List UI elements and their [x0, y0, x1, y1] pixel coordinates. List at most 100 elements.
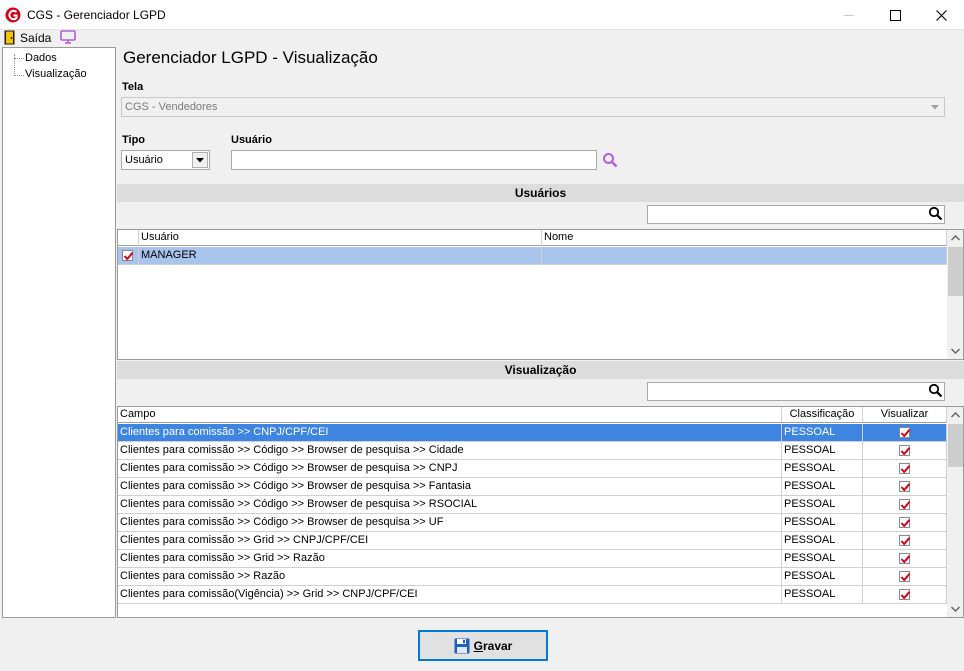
user-search-icon[interactable]	[602, 152, 618, 168]
page-title: Gerenciador LGPD - Visualização	[123, 48, 378, 67]
table-cell[interactable]: Clientes para comissão >> Código >> Brow…	[118, 460, 782, 478]
table-cell[interactable]: Clientes para comissão >> Grid >> CNPJ/C…	[118, 532, 782, 550]
chevron-down-icon	[192, 152, 208, 168]
table-cell[interactable]: PESSOAL	[782, 586, 863, 604]
table-cell[interactable]	[863, 532, 947, 550]
tree-item-visualizacao[interactable]: Visualização	[25, 68, 87, 80]
table-cell[interactable]: PESSOAL	[782, 550, 863, 568]
tipo-select[interactable]: Usuário	[121, 150, 210, 170]
save-button-mnemonic: G	[473, 638, 483, 653]
table-cell[interactable]: Clientes para comissão >> Grid >> Razão	[118, 550, 782, 568]
table-cell[interactable]: PESSOAL	[782, 424, 863, 442]
usuario-input[interactable]	[231, 150, 597, 170]
view-grid-header-campo[interactable]: Campo	[118, 407, 782, 423]
table-cell[interactable]: PESSOAL	[782, 496, 863, 514]
view-grid-header-visualizar[interactable]: Visualizar	[863, 407, 947, 423]
exit-menu-item[interactable]: Saída	[0, 30, 52, 46]
view-section-header: Visualização	[117, 361, 964, 379]
tipo-label: Tipo	[122, 134, 146, 146]
table-cell[interactable]	[863, 514, 947, 532]
chevron-down-icon[interactable]	[947, 343, 964, 359]
close-button[interactable]	[918, 0, 964, 30]
tela-label: Tela	[122, 81, 144, 93]
scrollbar-thumb[interactable]	[948, 424, 963, 467]
save-button-label: Gravar	[474, 639, 513, 653]
users-grid-scrollbar[interactable]	[947, 230, 964, 359]
tela-select[interactable]: CGS - Vendedores	[121, 97, 945, 117]
visualizar-checkbox[interactable]	[899, 481, 911, 492]
table-cell[interactable]	[863, 496, 947, 514]
visualizar-checkbox[interactable]	[899, 589, 911, 600]
door-exit-icon	[4, 30, 15, 45]
title-bar: CGS - Gerenciador LGPD —	[0, 0, 964, 30]
exit-label: Saída	[20, 31, 52, 45]
table-cell[interactable]	[118, 247, 139, 265]
table-cell[interactable]: Clientes para comissão >> Código >> Brow…	[118, 496, 782, 514]
view-grid-header-classificacao[interactable]: Classificação	[782, 407, 863, 423]
close-icon	[935, 9, 947, 21]
users-grid-header-usuario[interactable]: Usuário	[139, 230, 542, 246]
row-checkbox[interactable]	[122, 250, 134, 261]
tela-select-value: CGS - Vendedores	[125, 101, 218, 113]
users-section-header: Usuários	[117, 184, 964, 202]
save-button-label-rest: ravar	[482, 638, 513, 653]
visualizar-checkbox[interactable]	[899, 517, 911, 528]
menu-bar: Saída	[0, 30, 964, 46]
view-filter-input[interactable]	[647, 382, 945, 401]
chevron-down-icon	[927, 99, 943, 115]
visualizar-checkbox[interactable]	[899, 427, 911, 438]
table-cell[interactable]: PESSOAL	[782, 460, 863, 478]
minimize-button[interactable]: —	[826, 0, 872, 30]
table-cell[interactable]: MANAGER	[139, 247, 542, 265]
monitor-icon[interactable]	[60, 30, 76, 44]
maximize-button[interactable]	[872, 0, 918, 30]
table-cell[interactable]: Clientes para comissão >> CNPJ/CPF/CEI	[118, 424, 782, 442]
table-cell[interactable]	[863, 478, 947, 496]
tipo-select-value: Usuário	[125, 154, 163, 166]
table-cell[interactable]: PESSOAL	[782, 478, 863, 496]
table-cell[interactable]: Clientes para comissão >> Razão	[118, 568, 782, 586]
table-cell[interactable]	[863, 586, 947, 604]
scrollbar-thumb[interactable]	[948, 247, 963, 296]
search-icon[interactable]	[928, 206, 944, 222]
users-grid-header-nome[interactable]: Nome	[542, 230, 947, 246]
view-grid: Campo Classificação Visualizar Clientes …	[117, 406, 964, 618]
window-title: CGS - Gerenciador LGPD	[27, 8, 166, 22]
tree-item-dados[interactable]: Dados	[25, 52, 57, 64]
table-cell[interactable]: PESSOAL	[782, 514, 863, 532]
tree-connector	[14, 58, 24, 59]
table-cell[interactable]	[863, 568, 947, 586]
visualizar-checkbox[interactable]	[899, 553, 911, 564]
table-cell[interactable]	[542, 247, 947, 265]
visualizar-checkbox[interactable]	[899, 571, 911, 582]
table-cell[interactable]: PESSOAL	[782, 532, 863, 550]
table-cell[interactable]	[863, 460, 947, 478]
usuario-label: Usuário	[231, 134, 272, 146]
navigation-tree: Dados Visualização	[2, 47, 116, 618]
visualizar-checkbox[interactable]	[899, 535, 911, 546]
search-icon[interactable]	[928, 383, 944, 399]
users-filter-input[interactable]	[647, 205, 945, 224]
table-cell[interactable]: Clientes para comissão >> Código >> Brow…	[118, 514, 782, 532]
visualizar-checkbox[interactable]	[899, 445, 911, 456]
table-cell[interactable]: PESSOAL	[782, 568, 863, 586]
chevron-down-icon[interactable]	[947, 601, 964, 617]
table-cell[interactable]: PESSOAL	[782, 442, 863, 460]
table-cell[interactable]	[863, 442, 947, 460]
table-cell[interactable]: Clientes para comissão(Vigência) >> Grid…	[118, 586, 782, 604]
chevron-up-icon[interactable]	[947, 230, 964, 246]
maximize-icon	[889, 9, 901, 21]
table-cell[interactable]	[863, 550, 947, 568]
table-cell[interactable]	[863, 424, 947, 442]
chevron-up-icon[interactable]	[947, 407, 964, 423]
visualizar-checkbox[interactable]	[899, 463, 911, 474]
users-grid-check-column-header	[118, 230, 139, 246]
table-cell[interactable]: Clientes para comissão >> Código >> Brow…	[118, 442, 782, 460]
view-grid-scrollbar[interactable]	[947, 407, 964, 617]
save-button[interactable]: Gravar	[418, 630, 548, 661]
visualizar-checkbox[interactable]	[899, 499, 911, 510]
tree-connector	[14, 75, 24, 76]
users-grid: Usuário Nome MANAGER	[117, 229, 964, 360]
table-cell[interactable]: Clientes para comissão >> Código >> Brow…	[118, 478, 782, 496]
minimize-icon: —	[844, 9, 854, 21]
